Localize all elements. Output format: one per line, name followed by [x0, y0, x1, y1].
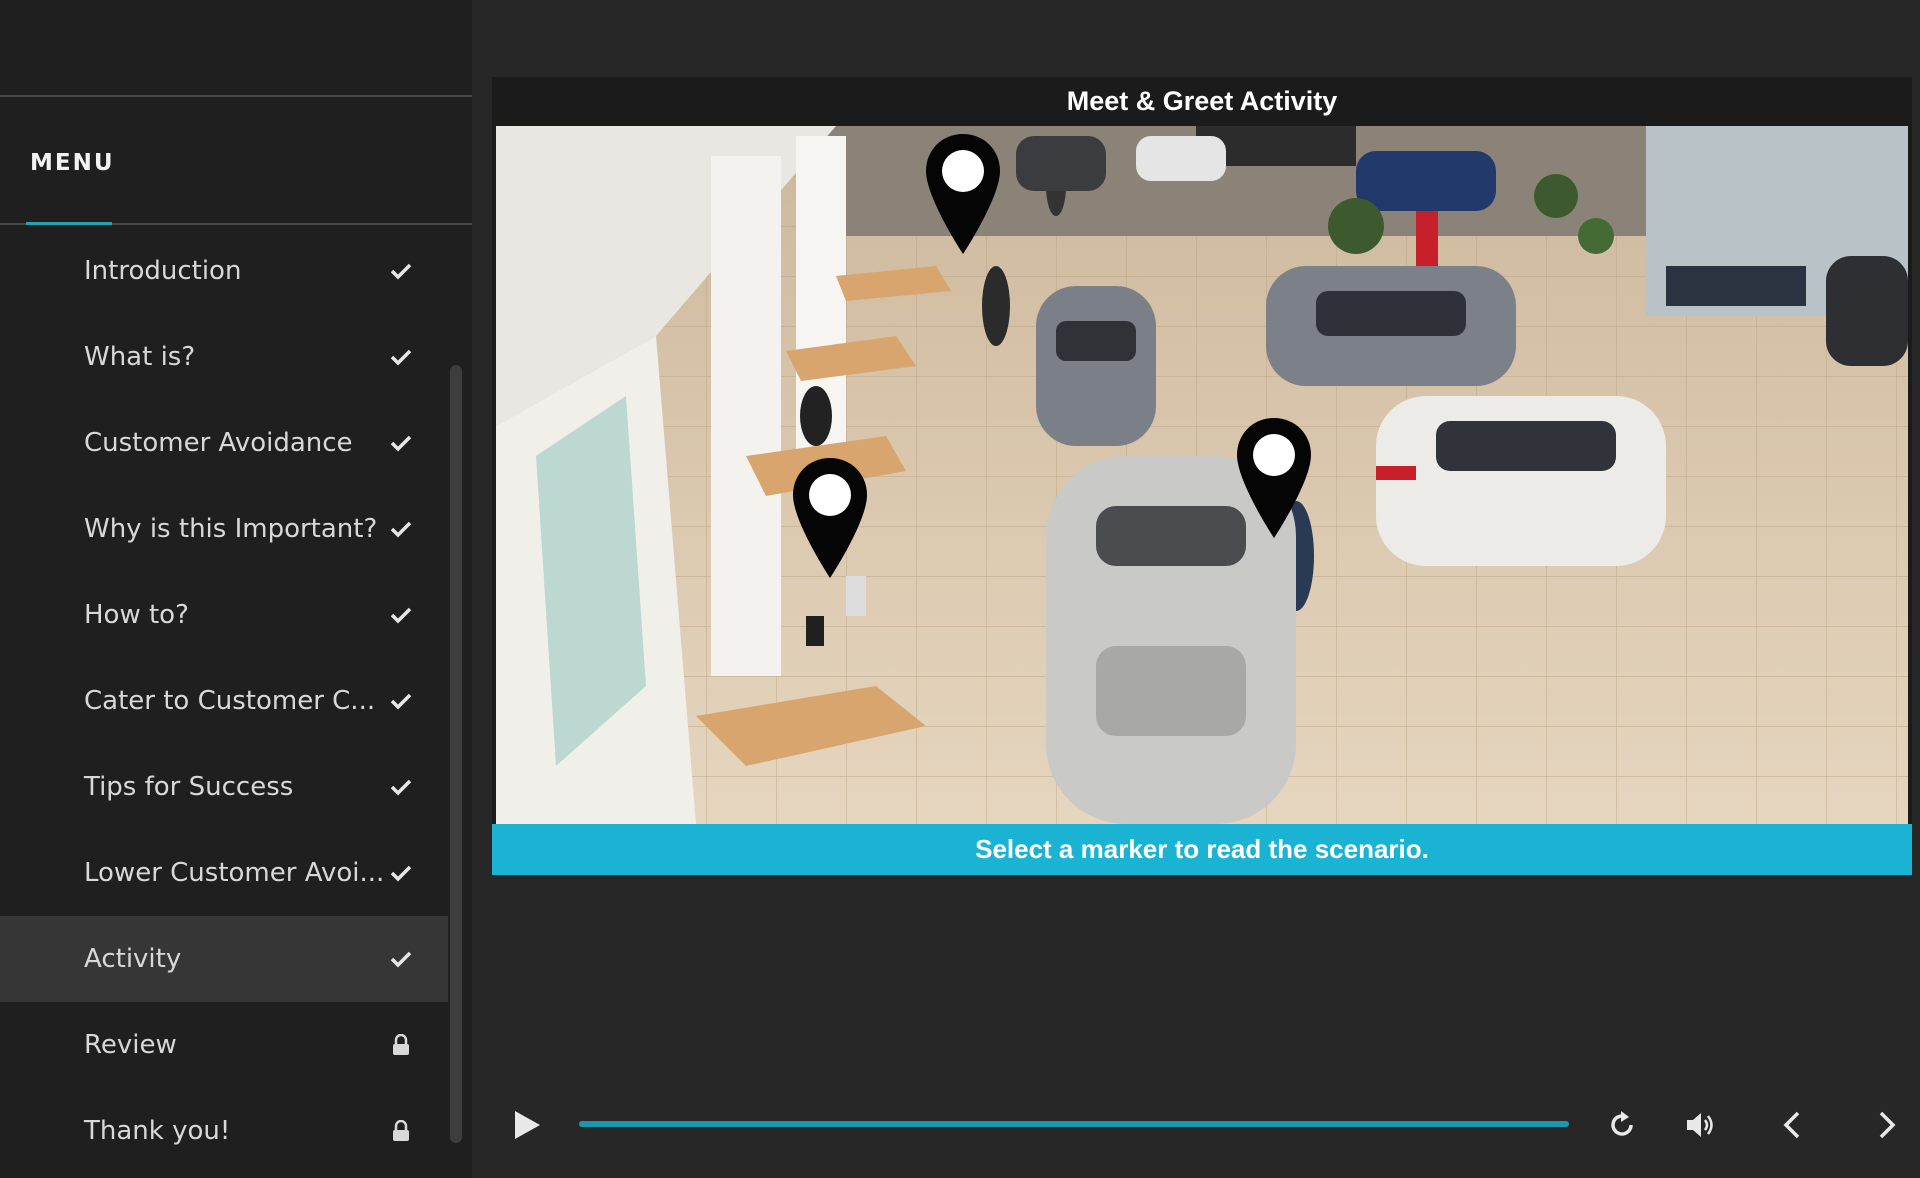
car-grey-right	[1266, 266, 1516, 386]
car-showroom-photo	[496, 126, 1908, 824]
car-blue-back	[1356, 151, 1496, 211]
play-button[interactable]	[502, 1090, 552, 1160]
menu-item-introduction[interactable]: Introduction	[0, 228, 448, 314]
menu-item-label: Tips for Success	[84, 772, 294, 802]
previous-button[interactable]	[1767, 1090, 1817, 1160]
menu-item-label: Thank you!	[84, 1116, 231, 1146]
sidebar: MENU Introduction What is? Customer Avoi…	[0, 0, 472, 1178]
replay-button[interactable]	[1597, 1090, 1647, 1160]
slide: Meet & Greet Activity Select a marker to…	[492, 77, 1912, 875]
slide-title: Meet & Greet Activity	[1066, 86, 1338, 116]
next-button[interactable]	[1862, 1090, 1912, 1160]
main-content: Meet & Greet Activity Select a marker to…	[472, 0, 1920, 1178]
lock-icon	[388, 1118, 414, 1144]
menu-label[interactable]: MENU	[30, 150, 115, 176]
car-white-back	[1136, 136, 1226, 181]
car-dark-back	[1016, 136, 1106, 191]
menu-item-label: Cater to Customer C...	[84, 686, 376, 716]
car-white-right	[1376, 396, 1666, 566]
menu-tab-underline	[26, 222, 112, 225]
check-icon	[388, 344, 414, 370]
car-dark-edge	[1826, 256, 1908, 366]
map-marker-icon	[1237, 418, 1311, 538]
menu-item-label: Review	[84, 1030, 177, 1060]
check-icon	[388, 946, 414, 972]
check-icon	[388, 774, 414, 800]
sidebar-header	[0, 0, 472, 97]
menu-item-customer-avoidance[interactable]: Customer Avoidance	[0, 400, 448, 486]
scenario-marker-2[interactable]	[791, 456, 869, 585]
showroom-scene	[496, 126, 1908, 824]
check-icon	[388, 258, 414, 284]
menu-item-tips-for-success[interactable]: Tips for Success	[0, 744, 448, 830]
progress-bar[interactable]	[579, 1121, 1569, 1127]
menu-item-why-important[interactable]: Why is this Important?	[0, 486, 448, 572]
scenario-marker-1[interactable]	[924, 132, 1002, 261]
scenario-marker-3[interactable]	[1235, 416, 1313, 545]
previous-icon	[1783, 1111, 1800, 1139]
check-icon	[388, 688, 414, 714]
menu-item-label: Customer Avoidance	[84, 428, 353, 458]
menu-item-label: How to?	[84, 600, 189, 630]
player-controls	[472, 1090, 1920, 1160]
check-icon	[388, 430, 414, 456]
menu-item-label: Lower Customer Avoi...	[84, 858, 385, 888]
menu-item-how-to[interactable]: How to?	[0, 572, 448, 658]
sidebar-scrollbar[interactable]	[450, 365, 462, 1143]
volume-button[interactable]	[1677, 1090, 1727, 1160]
map-marker-icon	[793, 458, 867, 578]
menu-item-label: What is?	[84, 342, 196, 372]
check-icon	[388, 516, 414, 542]
menu-item-cater-to-customer[interactable]: Cater to Customer C...	[0, 658, 448, 744]
menu-item-review[interactable]: Review	[0, 1002, 448, 1088]
check-icon	[388, 602, 414, 628]
menu-item-activity[interactable]: Activity	[0, 916, 448, 1002]
menu-item-thank-you[interactable]: Thank you!	[0, 1088, 448, 1174]
menu-item-lower-customer-avoidance[interactable]: Lower Customer Avoi...	[0, 830, 448, 916]
play-icon	[515, 1111, 540, 1139]
replay-icon	[1611, 1111, 1633, 1136]
menu-item-label: Why is this Important?	[84, 514, 378, 544]
menu-list: Introduction What is? Customer Avoidance…	[0, 228, 448, 1174]
next-icon	[1879, 1111, 1896, 1139]
map-marker-icon	[926, 134, 1000, 254]
menu-item-what-is[interactable]: What is?	[0, 314, 448, 400]
car-juke	[1036, 286, 1156, 446]
menu-item-label: Introduction	[84, 256, 242, 286]
check-icon	[388, 860, 414, 886]
lock-icon	[388, 1032, 414, 1058]
menu-item-label: Activity	[84, 944, 182, 974]
volume-icon	[1687, 1113, 1713, 1137]
progress-fill	[579, 1121, 1569, 1127]
instruction-banner: Select a marker to read the scenario.	[492, 824, 1912, 875]
